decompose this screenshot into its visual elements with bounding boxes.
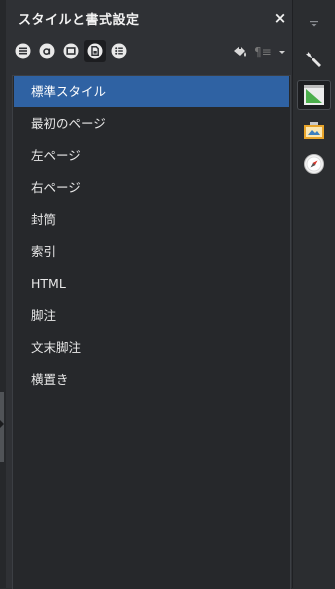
panel-title-bar: スタイルと書式設定 × [6,0,292,36]
sidebar-item-properties[interactable] [297,45,331,75]
panel-title: スタイルと書式設定 [18,13,140,28]
chevron-down-icon [279,51,285,54]
fill-format-mode-button[interactable] [230,42,250,62]
list-item[interactable]: 封筒 [14,204,289,235]
paragraph-styles-button[interactable] [12,40,34,62]
style-actions-dropdown[interactable] [275,42,289,62]
list-item[interactable]: 標準スタイル [14,76,289,107]
list-item[interactable]: 最初のページ [14,108,289,139]
menu-icon [310,21,318,27]
styles-list: 標準スタイル 最初のページ 左ページ 右ページ 封筒 索引 HTML 脚注 文末… [12,75,291,589]
sidebar-tabbar [293,0,335,588]
list-styles-icon [111,43,127,59]
list-item[interactable]: 脚注 [14,300,289,331]
styles-panel: スタイルと書式設定 × ¶≡ 標準スタイル 最初のページ 左ページ 右ページ 封… [6,0,293,589]
page-styles-icon [87,43,103,59]
new-style-from-selection-button[interactable]: ¶≡ [254,42,274,62]
list-item[interactable]: 文末脚注 [14,332,289,363]
list-styles-button[interactable] [108,40,130,62]
styles-toolbar: ¶≡ [6,38,292,66]
fill-format-mode-icon [234,45,246,57]
list-item[interactable]: HTML [14,268,289,299]
page-styles-button[interactable] [84,40,106,62]
sidebar-item-navigator[interactable] [297,149,331,179]
character-styles-button[interactable] [36,40,58,62]
navigator-compass-icon [304,154,324,174]
paragraph-styles-icon [15,43,31,59]
gallery-icon [304,122,324,139]
character-styles-icon [39,43,55,59]
frame-styles-button[interactable] [60,40,82,62]
styles-deck-icon [304,85,324,105]
list-item[interactable]: 索引 [14,236,289,267]
sidebar-menu-button[interactable] [309,14,319,27]
close-panel-button[interactable]: × [272,10,288,26]
list-item[interactable]: 左ページ [14,140,289,171]
list-item[interactable]: 横置き [14,364,289,395]
list-item[interactable]: 右ページ [14,172,289,203]
collapse-arrow-icon [0,420,4,428]
frame-styles-icon [63,43,79,59]
sidebar-item-styles[interactable] [297,80,331,110]
wrench-icon [306,52,321,67]
sidebar-item-gallery[interactable] [297,116,331,146]
